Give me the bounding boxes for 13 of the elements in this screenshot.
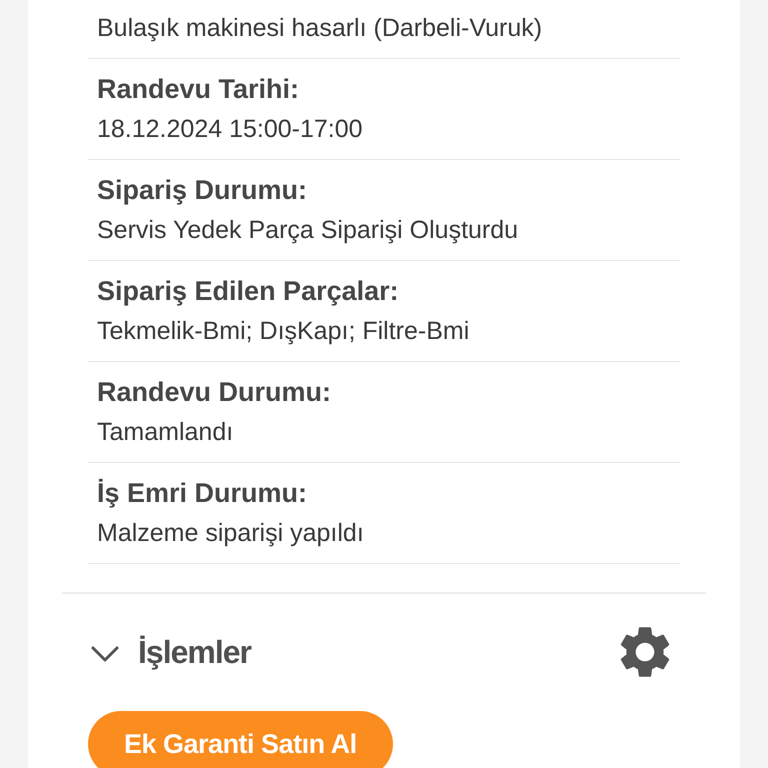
field-value: Tekmelik-Bmi; DışKapı; Filtre-Bmi	[97, 316, 470, 347]
field-label: Randevu Tarihi:	[97, 73, 300, 106]
field-value: 18.12.2024 15:00-17:00	[97, 114, 364, 145]
field-label: Randevu Durumu:	[97, 376, 332, 409]
field-label: İş Emri Durumu:	[97, 477, 308, 510]
field-label: Sipariş Durumu:	[97, 174, 308, 207]
field-value: Tamamlandı	[97, 417, 234, 448]
field-value: Servis Yedek Parça Siparişi Oluşturdu	[97, 215, 520, 246]
field-value: Malzeme siparişi yapıldı	[97, 518, 365, 549]
chevron-icon[interactable]	[90, 644, 120, 664]
section-title[interactable]: İşlemler	[138, 634, 614, 670]
field-label: Sipariş Edilen Parçalar:	[97, 275, 400, 308]
field-value: Bulaşık makinesi hasarlı (Darbeli-Vuruk)	[97, 13, 544, 44]
